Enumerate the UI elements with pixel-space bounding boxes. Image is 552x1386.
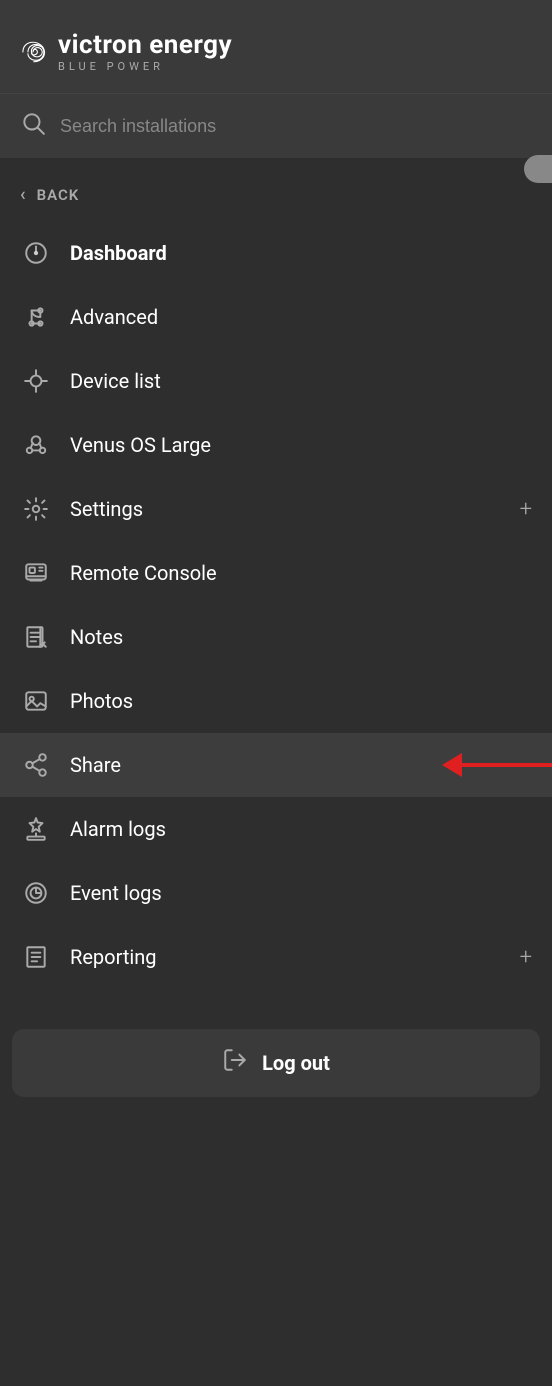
- advanced-label: Advanced: [70, 305, 532, 329]
- search-icon: [20, 110, 46, 142]
- event-icon: [20, 877, 52, 909]
- sidebar-item-reporting[interactable]: Reporting +: [0, 925, 552, 989]
- notes-icon: [20, 621, 52, 653]
- settings-label: Settings: [70, 497, 502, 521]
- sidebar-item-remote-console[interactable]: Remote Console: [0, 541, 552, 605]
- venus-os-label: Venus OS Large: [70, 433, 532, 457]
- back-label: BACK: [37, 186, 80, 204]
- event-logs-label: Event logs: [70, 881, 532, 905]
- header: victron energy BLUE POWER: [0, 0, 552, 93]
- share-label: Share: [70, 753, 532, 777]
- logo: victron energy BLUE POWER: [20, 30, 232, 73]
- reporting-label: Reporting: [70, 945, 502, 969]
- sidebar-item-advanced[interactable]: Advanced: [0, 285, 552, 349]
- reporting-icon: [20, 941, 52, 973]
- sidebar-item-venus-os[interactable]: Venus OS Large: [0, 413, 552, 477]
- dashboard-icon: [20, 237, 52, 269]
- sidebar-item-share[interactable]: Share: [0, 733, 552, 797]
- victron-logo-icon: [20, 39, 46, 65]
- photos-icon: [20, 685, 52, 717]
- logout-power-icon: [222, 1047, 248, 1079]
- navigation: ‹ BACK Dashboard Adva: [0, 158, 552, 999]
- brand-name: victron energy: [58, 30, 232, 60]
- venus-icon: [20, 429, 52, 461]
- remote-console-label: Remote Console: [70, 561, 532, 585]
- sidebar-item-settings[interactable]: Settings +: [0, 477, 552, 541]
- sidebar-item-notes[interactable]: Notes: [0, 605, 552, 669]
- back-arrow-icon: ‹: [20, 184, 27, 205]
- back-button[interactable]: ‹ BACK: [0, 168, 552, 221]
- search-bar[interactable]: [0, 93, 552, 158]
- alarm-logs-label: Alarm logs: [70, 817, 532, 841]
- device-list-label: Device list: [70, 369, 532, 393]
- sidebar-item-photos[interactable]: Photos: [0, 669, 552, 733]
- share-icon: [20, 749, 52, 781]
- sidebar-item-alarm-logs[interactable]: Alarm logs: [0, 797, 552, 861]
- device-list-icon: [20, 365, 52, 397]
- advanced-icon: [20, 301, 52, 333]
- dashboard-label: Dashboard: [70, 241, 532, 265]
- settings-plus-icon: +: [520, 497, 532, 522]
- alarm-icon: [20, 813, 52, 845]
- logout-button[interactable]: Log out: [12, 1029, 540, 1097]
- photos-label: Photos: [70, 689, 532, 713]
- sidebar-item-event-logs[interactable]: Event logs: [0, 861, 552, 925]
- remote-icon: [20, 557, 52, 589]
- reporting-plus-icon: +: [520, 945, 532, 970]
- settings-icon: [20, 493, 52, 525]
- logout-label: Log out: [262, 1051, 330, 1075]
- logo-text: victron energy BLUE POWER: [58, 30, 232, 73]
- sidebar-item-dashboard[interactable]: Dashboard: [0, 221, 552, 285]
- notes-label: Notes: [70, 625, 532, 649]
- search-input[interactable]: [60, 116, 532, 137]
- brand-sub: BLUE POWER: [58, 60, 232, 73]
- sidebar-item-device-list[interactable]: Device list: [0, 349, 552, 413]
- avatar: [524, 155, 552, 183]
